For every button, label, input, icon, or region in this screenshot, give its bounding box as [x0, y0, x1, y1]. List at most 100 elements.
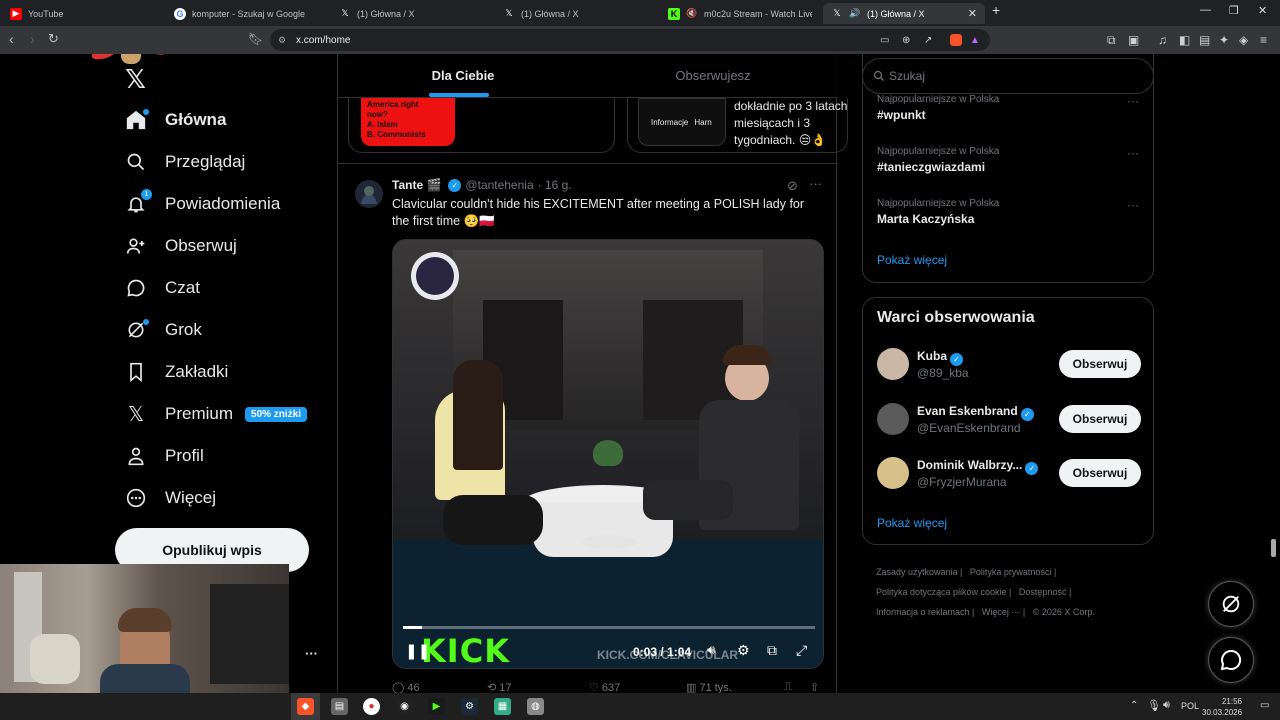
footer-link[interactable]: Polityka prywatności |	[970, 567, 1056, 577]
suggested-account[interactable]: Dominik Walbrzy... ✓ @FryzjerMurana Obser…	[877, 457, 1141, 489]
follow-button[interactable]: Obserwuj	[1059, 459, 1141, 487]
views-button[interactable]: ▥ 71 tys.	[686, 681, 732, 693]
tab-x-2[interactable]: 𝕏 (1) Główna / X	[495, 3, 660, 24]
restore-icon[interactable]: ❐	[1229, 4, 1239, 17]
footer-link[interactable]: Polityka dotycząca plików cookie |	[876, 587, 1011, 597]
settings-icon[interactable]: ⚙	[737, 642, 750, 659]
chrome-taskbar-icon[interactable]: ●	[363, 698, 380, 715]
trend-item[interactable]: Najpopularniejsze w Polska #wpunkt	[877, 94, 999, 122]
tab-x-1[interactable]: 𝕏 (1) Główna / X	[331, 3, 496, 24]
nav-follow[interactable]: Obserwuj	[125, 235, 237, 257]
trend-item[interactable]: Najpopularniejsze w Polska #tanieczgwiaz…	[877, 146, 999, 174]
grok-fab-button[interactable]	[1208, 581, 1254, 627]
explorer-taskbar-icon[interactable]: ▤	[331, 698, 348, 715]
menu-icon[interactable]: ≡	[1260, 33, 1267, 47]
steam-taskbar-icon[interactable]: ⚙	[461, 698, 478, 715]
minimize-icon[interactable]: —	[1200, 4, 1211, 16]
volume-tray-icon[interactable]: 🔊︎	[1163, 699, 1170, 712]
footer-link[interactable]: Informacja o reklamach |	[876, 607, 974, 617]
reload-icon[interactable]: ↻	[48, 31, 59, 47]
url-bar[interactable]: ⚙ x.com/home ▭ ⊕ ↗ ▲	[270, 29, 990, 51]
trend-more-icon[interactable]: ···	[1127, 94, 1139, 108]
fullscreen-icon[interactable]: ⤢	[796, 642, 807, 659]
account-more-icon[interactable]: ···	[305, 646, 318, 661]
share-tweet-icon[interactable]: ⇧	[810, 681, 819, 693]
tray-chevron-icon[interactable]: ⌃	[1130, 700, 1138, 711]
forward-icon[interactable]: ›	[30, 31, 35, 47]
nav-more[interactable]: Więcej	[125, 487, 216, 509]
trend-more-icon[interactable]: ···	[1127, 146, 1139, 160]
trend-item[interactable]: Najpopularniejsze w Polska Marta Kaczyńs…	[877, 198, 999, 226]
follow-button[interactable]: Obserwuj	[1059, 350, 1141, 378]
like-button[interactable]: ♡ 637	[589, 681, 620, 693]
tab-kick[interactable]: K 🔇 m0c2u Stream - Watch Live on Kick	[660, 3, 820, 24]
nav-explore[interactable]: Przeglądaj	[125, 151, 245, 173]
suggested-account[interactable]: Kuba ✓ @89_kba Obserwuj	[877, 348, 1141, 380]
tab-following[interactable]: Obserwujesz	[588, 54, 838, 97]
nav-bookmarks[interactable]: Zakładki	[125, 361, 228, 383]
app-taskbar-icon[interactable]: ▦	[494, 698, 511, 715]
nav-profile[interactable]: Profil	[125, 445, 204, 467]
video-player[interactable]: KICK KICK.COM/CLAVICULAR ❚❚ 0:03 / 1:04 …	[392, 239, 824, 669]
author-name[interactable]: Tante 🎬	[392, 178, 441, 192]
trends-show-more-link[interactable]: Pokaż więcej	[877, 253, 947, 267]
language-indicator[interactable]: POL	[1181, 701, 1199, 711]
bookmark-tweet-icon[interactable]: ⎍	[784, 681, 792, 693]
repost-button[interactable]: ⟲ 17	[487, 681, 512, 693]
obs-taskbar-icon[interactable]: ◉	[396, 698, 413, 715]
sidebar-icon[interactable]: ◧	[1179, 33, 1190, 47]
wallet2-icon[interactable]: ▤	[1199, 33, 1210, 47]
nav-grok[interactable]: Grok	[125, 319, 202, 341]
author-handle[interactable]: @tantehenia	[465, 178, 533, 192]
microphone-icon[interactable]: 🎙︎	[1147, 699, 1161, 712]
tweet-more-icon[interactable]: ···	[809, 176, 822, 191]
volume-icon[interactable]: 🔊︎	[707, 642, 715, 658]
grok-explain-icon[interactable]: ⊘	[787, 178, 798, 194]
brave-shield-icon[interactable]	[950, 34, 962, 46]
music-icon[interactable]: ♫	[1158, 33, 1167, 47]
pip-icon[interactable]: ⧉	[767, 642, 777, 659]
leo-icon[interactable]: ✦	[1219, 33, 1229, 47]
quote-card-1[interactable]: America right now? A. Islam B. Communist…	[348, 98, 615, 153]
cast-icon[interactable]: ▭	[880, 35, 889, 46]
new-tab-button[interactable]: +	[992, 2, 1000, 18]
pause-icon[interactable]: ❚❚	[405, 642, 430, 660]
video-progress-bar[interactable]	[403, 626, 815, 629]
nav-premium[interactable]: 𝕏 Premium 50% zniżki	[125, 403, 308, 426]
reply-button[interactable]: ◯ 46	[392, 681, 420, 693]
clock[interactable]: 21:56 30.03.2026	[1202, 696, 1242, 718]
bookmark-page-icon[interactable]: 🔖︎	[248, 32, 263, 46]
close-tab-icon[interactable]: ✕	[968, 7, 977, 20]
who-show-more-link[interactable]: Pokaż więcej	[877, 516, 947, 530]
footer-link[interactable]: Dostępność |	[1019, 587, 1071, 597]
kick-taskbar-icon[interactable]: ▶	[428, 698, 445, 715]
notifications-tray-icon[interactable]: ▭	[1260, 700, 1269, 711]
quote-card-2[interactable]: Informacje Harn dokładnie po 3 latach mi…	[627, 98, 848, 153]
site-info-icon[interactable]: ⚙	[278, 35, 286, 46]
avatar[interactable]	[355, 180, 383, 208]
suggested-account[interactable]: Evan Eskenbrand ✓ @EvanEskenbrand Obserwu…	[877, 403, 1141, 435]
follow-button[interactable]: Obserwuj	[1059, 405, 1141, 433]
tweet-time[interactable]: · 16 g.	[538, 178, 572, 192]
tab-for-you[interactable]: Dla Ciebie	[338, 54, 588, 97]
close-window-icon[interactable]: ✕	[1258, 4, 1267, 17]
nav-chat[interactable]: Czat	[125, 277, 200, 299]
messages-fab-button[interactable]	[1208, 637, 1254, 683]
brave-rewards-icon[interactable]: ▲	[970, 35, 980, 46]
back-icon[interactable]: ‹	[9, 31, 14, 47]
brave-taskbar-icon[interactable]: ◆	[297, 698, 314, 715]
tab-google[interactable]: G komputer - Szukaj w Google	[166, 3, 331, 24]
tab-youtube[interactable]: ▶ YouTube	[2, 3, 162, 24]
wallet-icon[interactable]: ▣	[1128, 33, 1139, 47]
footer-link[interactable]: Zasady użytkowania |	[876, 567, 962, 577]
nav-home[interactable]: Główna	[125, 109, 226, 131]
extensions-icon[interactable]: ⧉	[1107, 33, 1116, 48]
page-scrollbar[interactable]	[1271, 539, 1276, 557]
tab-x-active[interactable]: 𝕏 🔊 (1) Główna / X ✕	[823, 3, 985, 24]
app2-taskbar-icon[interactable]: ◍	[527, 698, 544, 715]
zoom-icon[interactable]: ⊕	[902, 35, 910, 46]
footer-link[interactable]: Więcej ··· |	[982, 607, 1025, 617]
nav-notifications[interactable]: 1 Powiadomienia	[125, 189, 280, 215]
x-logo-icon[interactable]: 𝕏	[125, 64, 146, 95]
share-icon[interactable]: ↗	[924, 35, 932, 46]
